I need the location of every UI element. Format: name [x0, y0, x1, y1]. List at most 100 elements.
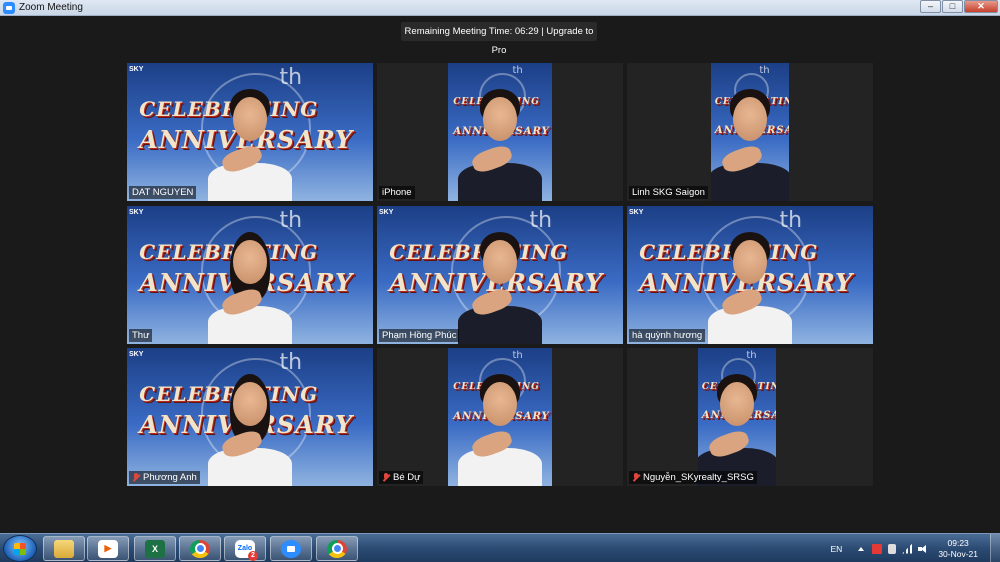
zoom-app-icon — [3, 1, 15, 14]
participant-face — [233, 382, 267, 426]
participant-face — [233, 97, 267, 141]
participant-video: thCELEBRATINGANNIVERSARYSKY — [127, 206, 373, 344]
close-button[interactable]: ✕ — [964, 0, 998, 13]
participant-tile[interactable]: thCELEBRATINGANNIVERSARY Linh SKG Saigon — [627, 63, 873, 201]
participant-tile[interactable]: thCELEBRATINGANNIVERSARYNguyễn_SKyrealty… — [627, 348, 873, 486]
participant-body — [208, 163, 292, 201]
participant-face — [733, 240, 767, 284]
maximize-button[interactable]: □ — [942, 0, 963, 13]
background-text-line1: CELEBRATING — [139, 97, 319, 121]
background-ordinal: th — [779, 208, 803, 233]
taskbar-app-chrome[interactable] — [179, 536, 221, 561]
mic-muted-icon — [382, 473, 390, 482]
participant-name: Bé Dự — [393, 472, 421, 483]
chrome-icon — [190, 539, 210, 558]
participant-name: Nguyễn_SKyrealty_SRSG — [643, 472, 754, 483]
participant-video: thCELEBRATINGANNIVERSARYSKY — [127, 63, 373, 201]
participant-name-label: DAT NGUYEN — [129, 186, 197, 199]
volume-icon[interactable] — [918, 544, 928, 554]
zoom-icon — [281, 539, 301, 558]
taskbar-app-media[interactable]: ▶ — [87, 536, 129, 561]
background-ordinal: th — [512, 65, 523, 76]
minimize-button[interactable]: – — [920, 0, 941, 13]
power-icon[interactable] — [888, 543, 897, 554]
background-ordinal: th — [759, 65, 770, 76]
notification-badge: 2 — [248, 550, 258, 561]
participant-body — [711, 163, 789, 201]
media-player-icon: ▶ — [98, 539, 118, 558]
participant-video: thCELEBRATINGANNIVERSARY — [698, 348, 776, 486]
background-ordinal: th — [279, 65, 303, 90]
participant-tile[interactable]: thCELEBRATINGANNIVERSARY Bé Dự — [377, 348, 623, 486]
participant-name: Linh SKG Saigon — [632, 187, 705, 198]
background-ordinal: th — [512, 350, 523, 361]
participant-video: thCELEBRATINGANNIVERSARYSKY — [627, 206, 873, 344]
participant-name: Phương Anh — [143, 472, 197, 483]
participant-body — [458, 163, 542, 201]
taskbar-app-zoom[interactable] — [270, 536, 312, 561]
participant-name-label: Linh SKG Saigon — [629, 186, 708, 199]
taskbar-app-chrome-2[interactable] — [316, 536, 358, 561]
meeting-view: Remaining Meeting Time: 06:29 | Upgrade … — [0, 16, 1000, 533]
participant-face — [483, 97, 517, 141]
background-ordinal: th — [746, 350, 757, 361]
sky-realty-logo: SKY — [129, 351, 144, 358]
taskbar-app-excel[interactable]: X — [134, 536, 176, 561]
participant-face — [233, 240, 267, 284]
window-controls: – □ ✕ — [920, 0, 998, 13]
participant-video: thCELEBRATINGANNIVERSARYSKY — [377, 206, 623, 344]
participant-face — [483, 382, 517, 426]
show-desktop-button[interactable] — [990, 534, 1000, 562]
system-tray: EN 09:23 30-Nov-21 — [831, 534, 1000, 562]
participant-body — [708, 306, 792, 344]
background-text-line1: CELEBRATING — [139, 240, 319, 264]
participant-body — [208, 306, 292, 344]
mic-muted-icon — [632, 473, 640, 482]
window-titlebar[interactable]: Zoom Meeting – □ ✕ — [0, 0, 1000, 16]
show-hidden-icons-icon[interactable] — [856, 544, 866, 554]
participant-face — [483, 240, 517, 284]
participant-tile[interactable]: thCELEBRATINGANNIVERSARYSKYDAT NGUYEN — [127, 63, 373, 201]
participant-video: thCELEBRATINGANNIVERSARY — [711, 63, 789, 201]
background-text-line1: CELEBRATING — [389, 240, 569, 264]
taskbar-app-zalo[interactable]: Zalo 2 — [224, 536, 266, 561]
participant-tile[interactable]: thCELEBRATINGANNIVERSARY iPhone — [377, 63, 623, 201]
participant-face — [733, 97, 767, 141]
network-icon[interactable] — [902, 543, 913, 554]
participant-video: thCELEBRATINGANNIVERSARYSKY — [127, 348, 373, 486]
participant-name: hà quỳnh hương — [632, 330, 703, 341]
background-ordinal: th — [529, 208, 553, 233]
participant-name: iPhone — [382, 187, 412, 198]
participant-tile[interactable]: thCELEBRATINGANNIVERSARYSKYhà quỳnh hươn… — [627, 206, 873, 344]
participant-name-label: iPhone — [379, 186, 415, 199]
screen: Zoom Meeting – □ ✕ Remaining Meeting Tim… — [0, 0, 1000, 562]
participant-name-label: hà quỳnh hương — [629, 329, 706, 342]
background-ordinal: th — [279, 350, 303, 375]
participant-tile[interactable]: thCELEBRATINGANNIVERSARYSKYPhương Anh — [127, 348, 373, 486]
chrome-icon — [327, 539, 347, 558]
taskbar-app-explorer[interactable] — [43, 536, 85, 561]
start-button[interactable] — [3, 535, 37, 562]
participant-name-label: Phạm Hồng Phúc — [379, 329, 460, 342]
participant-video: thCELEBRATINGANNIVERSARY — [448, 348, 552, 486]
meeting-time-banner[interactable]: Remaining Meeting Time: 06:29 | Upgrade … — [401, 22, 597, 56]
action-center-icon[interactable] — [872, 543, 883, 554]
zalo-icon: Zalo 2 — [235, 539, 258, 561]
language-indicator[interactable]: EN — [831, 544, 843, 554]
participant-name-label: Bé Dự — [379, 471, 424, 484]
participant-tile[interactable]: thCELEBRATINGANNIVERSARYSKYThư — [127, 206, 373, 344]
clock[interactable]: 09:23 30-Nov-21 — [938, 538, 978, 560]
sky-realty-logo: SKY — [129, 209, 144, 216]
clock-date: 30-Nov-21 — [938, 548, 978, 559]
mic-muted-icon — [132, 473, 140, 482]
participant-face — [720, 382, 754, 426]
participant-name: DAT NGUYEN — [132, 187, 194, 198]
window-title: Zoom Meeting — [19, 2, 83, 13]
participant-video: thCELEBRATINGANNIVERSARY — [448, 63, 552, 201]
participant-tile[interactable]: thCELEBRATINGANNIVERSARYSKYPhạm Hồng Phú… — [377, 206, 623, 344]
participant-body — [458, 306, 542, 344]
background-text-line1: CELEBRATING — [139, 382, 319, 406]
sky-realty-logo: SKY — [629, 209, 644, 216]
taskbar: ▶ X Zalo 2 EN 09:23 30-Nov-21 — [0, 533, 1000, 562]
participant-body — [208, 448, 292, 486]
